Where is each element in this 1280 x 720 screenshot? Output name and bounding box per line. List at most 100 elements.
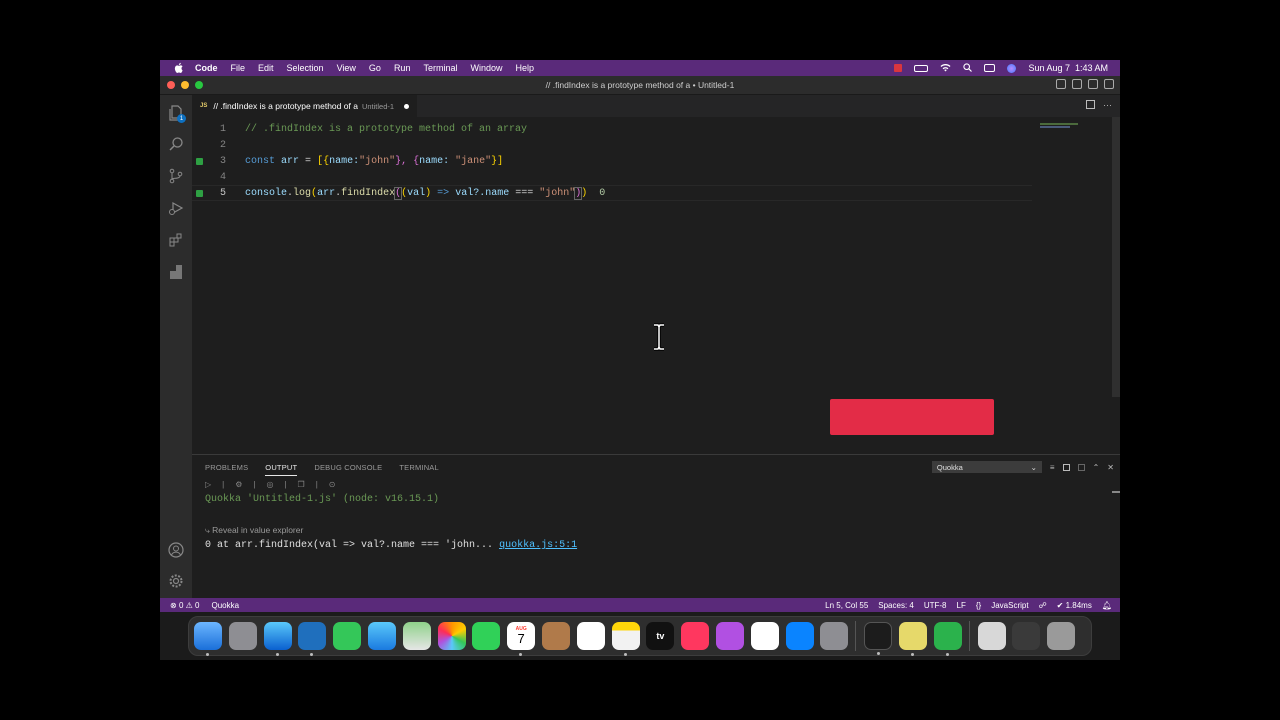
menu-window[interactable]: Window (470, 63, 502, 73)
menu-file[interactable]: File (231, 63, 246, 73)
siri-icon[interactable] (1007, 63, 1017, 73)
minimap[interactable] (1040, 121, 1110, 129)
menubar-datetime[interactable]: Sun Aug 7 1:43 AM (1028, 63, 1108, 73)
reveal-in-value-explorer-link[interactable]: ⤷ Reveal in value explorer (205, 525, 303, 536)
code-text: console.log(arr.findIndex((val) => val?.… (245, 186, 606, 200)
copy-icon[interactable]: ❐ (298, 480, 305, 489)
vscode-icon[interactable] (298, 622, 327, 656)
menu-help[interactable]: Help (515, 63, 534, 73)
zoom-window-button[interactable] (195, 81, 203, 89)
language-mode[interactable]: JavaScript (991, 601, 1028, 610)
notifications-bell-icon[interactable]: 🔔︎ (1102, 601, 1112, 610)
music-icon[interactable] (681, 622, 710, 650)
toggle-panel-icon[interactable] (1072, 79, 1082, 89)
overlay-red-box (830, 399, 994, 435)
tab-output[interactable]: OUTPUT (265, 463, 298, 476)
camtasia-icon[interactable] (933, 622, 962, 656)
documents-folder-icon[interactable] (977, 622, 1006, 650)
window-titlebar: // .findIndex is a prototype method of a… (160, 76, 1120, 95)
mail-icon[interactable] (367, 622, 396, 650)
menu-selection[interactable]: Selection (287, 63, 324, 73)
messages-icon[interactable] (333, 622, 362, 650)
news-icon[interactable] (750, 622, 779, 650)
code-editor[interactable]: 1 // .findIndex is a prototype method of… (192, 117, 1120, 454)
trash-icon[interactable] (1047, 622, 1076, 650)
unsaved-dot-icon[interactable] (404, 103, 410, 109)
run-and-debug-icon[interactable] (167, 199, 185, 217)
eol-status[interactable]: LF (957, 601, 966, 610)
system-preferences-icon[interactable] (820, 622, 849, 650)
run-icon[interactable]: ▷ (205, 480, 211, 489)
watch-icon[interactable]: ◎ (266, 480, 273, 489)
wifi-icon[interactable] (940, 63, 951, 74)
target-icon[interactable]: ⊙ (329, 480, 336, 489)
quokka-status[interactable]: Quokka (211, 601, 239, 610)
apple-icon[interactable] (173, 62, 185, 74)
filter-list-icon[interactable]: ≡ (1050, 463, 1055, 472)
tab-problems[interactable]: PROBLEMS (205, 463, 248, 476)
maps-icon[interactable] (402, 622, 431, 650)
problems-status[interactable]: ⊗ 0 ⚠ 0 (170, 601, 199, 610)
close-window-button[interactable] (167, 81, 175, 89)
quokka-timing[interactable]: ✔ 1.84ms (1057, 601, 1092, 610)
source-location-link[interactable]: quokka.js:5:1 (499, 540, 577, 551)
close-panel-icon[interactable]: ✕ (1107, 463, 1114, 472)
clear-output-icon[interactable] (1077, 463, 1085, 471)
minimize-window-button[interactable] (181, 81, 189, 89)
cursor-position[interactable]: Ln 5, Col 55 (825, 601, 868, 610)
photos-icon[interactable] (437, 622, 466, 650)
tab-untitled-1[interactable]: JS // .findIndex is a prototype method o… (192, 95, 418, 117)
feedback-icon[interactable]: ☍ (1039, 601, 1047, 610)
lock-icon[interactable] (1062, 463, 1070, 471)
control-center-icon[interactable] (984, 64, 996, 72)
toggle-primary-sidebar-icon[interactable] (1056, 79, 1066, 89)
stickies-icon[interactable] (898, 622, 927, 656)
search-icon[interactable] (167, 135, 185, 153)
warning-icon: ⚠ (185, 600, 196, 610)
battery-icon[interactable] (914, 64, 929, 72)
menu-run[interactable]: Run (394, 63, 411, 73)
calendar-icon[interactable]: AUG 7 (507, 622, 536, 656)
manage-gear-icon[interactable] (167, 572, 185, 590)
app-store-icon[interactable] (785, 622, 814, 650)
safari-icon[interactable] (263, 622, 292, 656)
finder-icon[interactable] (194, 622, 222, 656)
terminal-icon[interactable] (864, 622, 893, 655)
customize-layout-icon[interactable] (1104, 79, 1114, 89)
podcasts-icon[interactable] (715, 622, 744, 650)
menu-view[interactable]: View (337, 63, 356, 73)
spotlight-search-icon[interactable] (963, 62, 973, 74)
explorer-icon[interactable]: 1 (167, 104, 186, 123)
output-channel-select[interactable]: Quokka ⌄ (931, 461, 1042, 473)
apple-tv-icon[interactable]: tv (646, 622, 675, 650)
accounts-icon[interactable] (167, 541, 185, 559)
launchpad-icon[interactable] (228, 622, 257, 650)
maximize-panel-icon[interactable]: ⌃ (1093, 463, 1100, 472)
settings-icon[interactable]: ⚙ (235, 480, 242, 489)
quokka-icon[interactable] (167, 263, 185, 281)
contacts-icon[interactable] (541, 622, 570, 650)
braces-icon[interactable]: {} (976, 601, 981, 610)
source-control-icon[interactable] (167, 167, 185, 185)
notes-icon[interactable] (611, 622, 640, 656)
indentation-status[interactable]: Spaces: 4 (878, 601, 914, 610)
facetime-icon[interactable] (472, 622, 501, 650)
menu-edit[interactable]: Edit (258, 63, 274, 73)
split-editor-icon[interactable] (1086, 100, 1095, 109)
screen-recordings-folder-icon[interactable] (1012, 622, 1041, 650)
tab-debug-console[interactable]: DEBUG CONSOLE (314, 463, 382, 476)
menu-go[interactable]: Go (369, 63, 381, 73)
panel-scrollbar[interactable] (1112, 491, 1120, 493)
menu-terminal[interactable]: Terminal (423, 63, 457, 73)
encoding-status[interactable]: UTF-8 (924, 601, 947, 610)
reminders-icon[interactable] (576, 622, 605, 650)
extensions-icon[interactable] (167, 231, 185, 249)
activity-bar: 1 (160, 95, 192, 598)
toggle-secondary-sidebar-icon[interactable] (1088, 79, 1098, 89)
editor-scrollbar[interactable] (1112, 117, 1120, 397)
tab-terminal[interactable]: TERMINAL (399, 463, 439, 476)
menu-app-name[interactable]: Code (195, 63, 218, 73)
more-actions-icon[interactable]: ··· (1103, 100, 1112, 110)
explorer-badge: 1 (177, 114, 186, 123)
recording-icon[interactable] (894, 64, 903, 72)
